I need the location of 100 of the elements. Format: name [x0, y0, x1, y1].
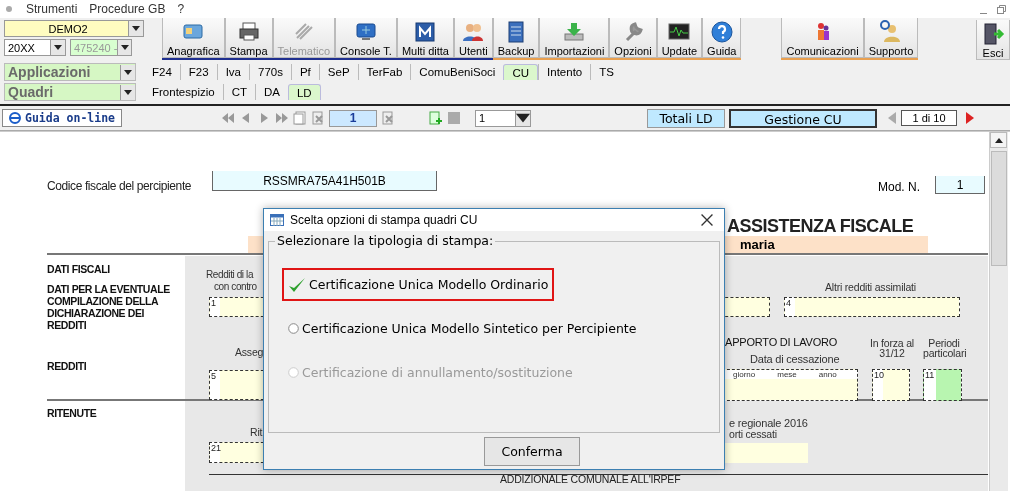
company-dropdown[interactable]: DEMO2 — [4, 20, 144, 37]
field-caption: orti cessati — [729, 428, 777, 440]
square-icon[interactable] — [447, 111, 461, 125]
toolbar-button[interactable]: Utenti — [453, 18, 493, 58]
exit-door-icon — [981, 22, 1005, 46]
section-label: RITENUTE — [47, 407, 97, 419]
section-tab[interactable]: LD — [287, 84, 321, 100]
app-menu-icon[interactable] — [6, 6, 12, 12]
toolbar-button[interactable]: Importazioni — [539, 18, 610, 58]
app-tab[interactable]: SeP — [318, 64, 358, 80]
delete-page-icon[interactable] — [381, 111, 395, 125]
online-help-button[interactable]: Guida on-line — [2, 109, 122, 127]
pages-icon[interactable] — [293, 111, 307, 125]
date-field[interactable]: giorno mese anno — [722, 369, 858, 401]
close-icon[interactable] — [700, 214, 714, 226]
scroll-up-icon[interactable] — [994, 137, 1003, 143]
app-tab[interactable]: Pf — [290, 64, 319, 80]
m-box-icon — [413, 20, 438, 44]
field-caption: Asseg — [235, 346, 264, 358]
previous-icon[interactable] — [887, 111, 897, 125]
dropdown-arrow-icon — [132, 26, 140, 31]
app-tab[interactable]: F23 — [179, 64, 217, 80]
section-label: REDDITI — [47, 360, 87, 372]
toolbar-button[interactable]: Guida — [702, 18, 742, 58]
toolbar-button[interactable]: Anagrafica — [162, 18, 225, 58]
help-icon — [709, 20, 734, 44]
radio-icon — [288, 367, 299, 378]
toolbar-button[interactable]: Console T. — [335, 18, 397, 58]
first-page-icon[interactable] — [221, 111, 235, 125]
tax-code-field[interactable]: RSSMRA75A41H501B — [212, 171, 437, 191]
input-field[interactable]: 10 — [872, 369, 910, 401]
app-tab[interactable]: F24 — [144, 64, 180, 80]
field-caption: ADDIZIONALE COMUNALE ALL'IRPEF — [500, 473, 681, 485]
field-caption: Data di cessazione — [750, 353, 840, 365]
manage-button[interactable]: Gestione CU — [729, 108, 877, 128]
scrollbar[interactable] — [989, 132, 1008, 491]
input-field[interactable]: 4 — [784, 297, 960, 317]
menu-item[interactable]: ? — [171, 2, 191, 16]
page-counter: 1 di 10 — [901, 110, 957, 126]
restore-icon[interactable] — [997, 4, 1006, 14]
printer-icon — [236, 20, 261, 44]
year-dropdown[interactable]: 20XX — [4, 39, 66, 56]
checkmark-icon — [288, 276, 306, 293]
input-field[interactable] — [722, 443, 808, 463]
app-tab[interactable]: Intento — [538, 64, 591, 80]
tax-code-label: Codice fiscale del percipiente — [47, 179, 192, 193]
group-label: Selezionare la tipologia di stampa: — [275, 233, 496, 248]
app-tab[interactable]: Iva — [216, 64, 249, 80]
field-caption: e regionale 2016 — [729, 417, 808, 429]
support-person-icon — [878, 20, 903, 44]
section-label: DATI PER LA EVENTUALE COMPILAZIONE DELLA DICHIARAZIONE DEI REDDITI — [47, 283, 171, 331]
section-label: DATI FISCALI — [47, 263, 110, 275]
field-caption: Rit — [250, 426, 263, 438]
add-sheet-icon[interactable] — [429, 111, 443, 125]
print-option[interactable]: Certificazione Unica Modello Sintetico per Percipiente — [282, 312, 643, 345]
dropdown-arrow-icon — [516, 111, 530, 125]
section-tab[interactable]: CT — [222, 84, 255, 100]
app-tab[interactable]: TS — [590, 64, 622, 80]
menu-item[interactable]: Procedure GB — [83, 2, 172, 16]
toolbar-button[interactable]: Opzioni — [609, 18, 657, 58]
field-caption: Periodi particolari — [923, 338, 965, 358]
dropdown-arrow-icon — [54, 45, 62, 50]
dialog-title: Scelta opzioni di stampa quadri CU — [290, 213, 479, 227]
section-tab[interactable]: Frontespizio — [144, 84, 223, 100]
name-text: maria — [740, 236, 775, 253]
input-field[interactable]: 11 — [923, 369, 962, 401]
confirm-button[interactable]: Conferma — [484, 437, 580, 466]
model-number-field[interactable]: 1 — [935, 176, 985, 194]
model-number-label: Mod. N. — [878, 180, 920, 194]
next-icon[interactable] — [965, 111, 975, 125]
field-caption: Altri redditi assimilati — [825, 281, 916, 293]
page-field[interactable]: 1 — [329, 109, 377, 127]
toolbar-button[interactable]: Esci — [976, 20, 1010, 60]
last-page-icon[interactable] — [275, 111, 289, 125]
toolbar-button[interactable]: Comunicazioni — [781, 18, 864, 58]
toolbar-button[interactable]: Backup — [492, 18, 540, 58]
field-caption: con contro — [214, 281, 257, 292]
toolbar-button[interactable]: Stampa — [224, 18, 273, 58]
delete-page-icon[interactable] — [311, 111, 325, 125]
totals-button[interactable]: Totali LD — [647, 108, 725, 128]
dropdown-arrow-icon — [120, 45, 129, 50]
print-option[interactable]: Certificazione Unica Modello Ordinario — [282, 268, 555, 301]
dropdown-arrow-icon — [124, 69, 132, 75]
download-icon — [562, 20, 587, 44]
form-heading: ASSISTENZA FISCALE — [727, 216, 914, 237]
app-tab[interactable]: TerFab — [357, 64, 411, 80]
app-tab[interactable]: 770s — [249, 64, 291, 80]
sections-dropdown[interactable]: Quadri — [4, 83, 136, 101]
toolbar-button[interactable]: Supporto — [863, 18, 919, 58]
field-caption: APPORTO DI LAVORO — [725, 336, 838, 348]
record-dropdown[interactable]: 1 — [475, 109, 531, 127]
field-caption: In forza al 31/12 — [870, 338, 914, 358]
menu-item[interactable]: Strumenti — [20, 2, 84, 16]
window-icon — [270, 214, 284, 226]
toolbar-button[interactable]: Multi ditta — [396, 18, 454, 58]
applications-dropdown[interactable]: Applicazioni — [4, 63, 136, 81]
section-tab[interactable]: DA — [255, 84, 288, 100]
field-caption: Redditi di la — [206, 269, 254, 280]
toolbar-button[interactable]: Update — [656, 18, 703, 58]
app-tab[interactable]: CU — [503, 64, 539, 80]
